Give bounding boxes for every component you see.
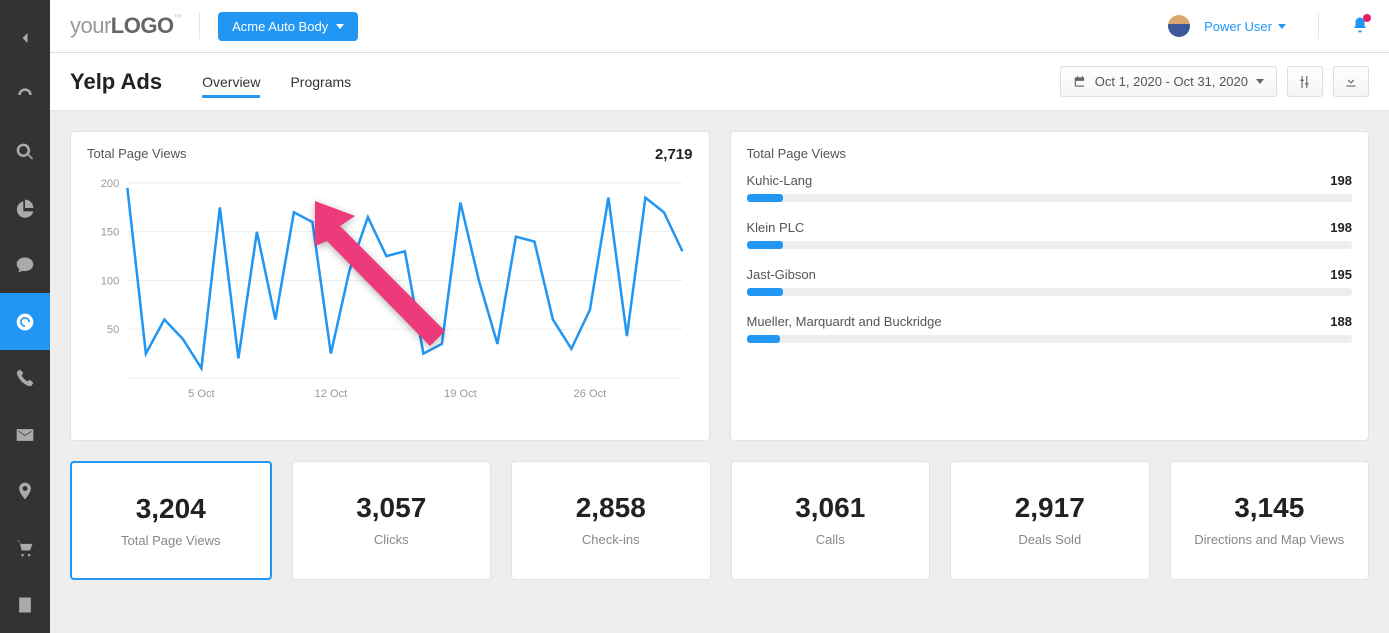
breakdown-value: 188: [1330, 314, 1352, 329]
divider: [199, 13, 200, 39]
chat-icon[interactable]: [0, 237, 50, 294]
user-menu[interactable]: Power User: [1204, 19, 1286, 34]
dashboard-icon[interactable]: [0, 67, 50, 124]
bar-track: [747, 241, 1353, 249]
metric-card[interactable]: 3,145 Directions and Map Views: [1170, 461, 1370, 580]
metric-number: 2,858: [522, 492, 700, 524]
metric-number: 3,061: [742, 492, 920, 524]
metric-cards: 3,204 Total Page Views 3,057 Clicks 2,85…: [70, 461, 1369, 580]
chart-title: Total Page Views: [87, 146, 187, 163]
chart-panel: Total Page Views 2,719 50 100 150 200 5 Oct 1…: [70, 131, 710, 441]
sub-bar: Yelp Ads Overview Programs Oct 1, 2020 -…: [50, 53, 1389, 111]
svg-text:150: 150: [101, 227, 120, 239]
metric-number: 3,057: [303, 492, 481, 524]
phone-icon[interactable]: [0, 350, 50, 407]
bar-fill: [747, 241, 783, 249]
divider: [1318, 13, 1319, 39]
date-range-label: Oct 1, 2020 - Oct 31, 2020: [1095, 74, 1248, 89]
metric-number: 3,145: [1181, 492, 1359, 524]
metric-number: 3,204: [82, 493, 260, 525]
side-rail: [0, 0, 50, 633]
breakdown-panel: Total Page Views Kuhic-Lang 198 Klein PL…: [730, 131, 1370, 441]
bar-track: [747, 335, 1353, 343]
logo-text-a: your: [70, 13, 111, 38]
caret-down-icon: [1256, 79, 1264, 84]
svg-text:26 Oct: 26 Oct: [574, 388, 607, 400]
metric-number: 2,917: [961, 492, 1139, 524]
breakdown-name: Mueller, Marquardt and Buckridge: [747, 314, 942, 329]
tab-overview[interactable]: Overview: [202, 56, 260, 108]
svg-text:5 Oct: 5 Oct: [188, 388, 215, 400]
settings-button[interactable]: [1287, 66, 1323, 97]
breakdown-row: Mueller, Marquardt and Buckridge 188: [747, 314, 1353, 343]
logo-tm: ™: [174, 13, 182, 22]
target-icon[interactable]: [0, 293, 50, 350]
org-name: Acme Auto Body: [232, 19, 328, 34]
breakdown-name: Klein PLC: [747, 220, 805, 235]
bar-fill: [747, 194, 783, 202]
svg-text:19 Oct: 19 Oct: [444, 388, 477, 400]
tabs: Overview Programs: [202, 53, 351, 110]
svg-text:12 Oct: 12 Oct: [315, 388, 348, 400]
breakdown-name: Kuhic-Lang: [747, 173, 813, 188]
metric-card[interactable]: 3,057 Clicks: [292, 461, 492, 580]
bar-fill: [747, 288, 783, 296]
top-bar: yourLOGO™ Acme Auto Body Power User: [50, 0, 1389, 53]
metric-label: Deals Sold: [961, 532, 1139, 547]
metric-card[interactable]: 3,204 Total Page Views: [70, 461, 272, 580]
collapse-icon[interactable]: [0, 10, 50, 67]
bar-track: [747, 194, 1353, 202]
line-chart: 50 100 150 200 5 Oct 12 Oct 19 Oct 26 Oct: [87, 173, 693, 403]
metric-label: Total Page Views: [82, 533, 260, 548]
pie-icon[interactable]: [0, 180, 50, 237]
breakdown-row: Klein PLC 198: [747, 220, 1353, 249]
notifications-button[interactable]: [1351, 16, 1369, 37]
search-icon[interactable]: [0, 123, 50, 180]
location-icon[interactable]: [0, 463, 50, 520]
metric-card[interactable]: 2,917 Deals Sold: [950, 461, 1150, 580]
metric-card[interactable]: 3,061 Calls: [731, 461, 931, 580]
caret-down-icon: [336, 24, 344, 29]
download-button[interactable]: [1333, 66, 1369, 97]
breakdown-value: 195: [1330, 267, 1352, 282]
metric-card[interactable]: 2,858 Check-ins: [511, 461, 711, 580]
chart-total: 2,719: [655, 146, 693, 163]
chevron-down-icon: [1278, 24, 1286, 29]
report-icon[interactable]: [0, 576, 50, 633]
bar-fill: [747, 335, 780, 343]
notification-dot: [1363, 14, 1371, 22]
breakdown-value: 198: [1330, 220, 1352, 235]
logo-text-b: LOGO: [111, 13, 174, 38]
breakdown-value: 198: [1330, 173, 1352, 188]
metric-label: Check-ins: [522, 532, 700, 547]
user-name-label: Power User: [1204, 19, 1272, 34]
mail-icon[interactable]: [0, 406, 50, 463]
svg-text:50: 50: [107, 324, 119, 336]
sliders-icon: [1298, 75, 1312, 89]
page-title: Yelp Ads: [70, 69, 162, 95]
cart-icon[interactable]: [0, 520, 50, 577]
metric-label: Clicks: [303, 532, 481, 547]
date-range-button[interactable]: Oct 1, 2020 - Oct 31, 2020: [1060, 66, 1277, 97]
tab-programs[interactable]: Programs: [290, 56, 351, 108]
svg-text:100: 100: [101, 276, 120, 288]
metric-label: Directions and Map Views: [1181, 532, 1359, 547]
avatar[interactable]: [1168, 15, 1190, 37]
calendar-icon: [1073, 75, 1087, 89]
logo: yourLOGO™: [70, 13, 181, 39]
svg-text:200: 200: [101, 178, 120, 190]
breakdown-name: Jast-Gibson: [747, 267, 816, 282]
org-select-button[interactable]: Acme Auto Body: [218, 12, 358, 41]
breakdown-title: Total Page Views: [747, 146, 847, 161]
breakdown-row: Kuhic-Lang 198: [747, 173, 1353, 202]
bar-track: [747, 288, 1353, 296]
breakdown-row: Jast-Gibson 195: [747, 267, 1353, 296]
metric-label: Calls: [742, 532, 920, 547]
download-icon: [1344, 75, 1358, 89]
